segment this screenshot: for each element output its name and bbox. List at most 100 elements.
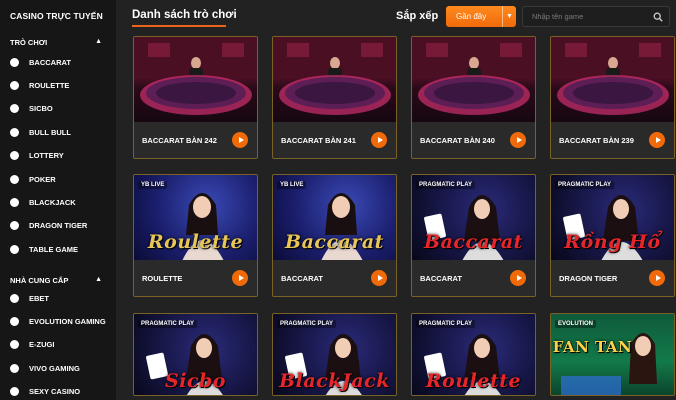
game-card-footer: BACCARAT BÀN 241 — [273, 122, 396, 158]
search-icon[interactable] — [653, 12, 663, 22]
game-thumbnail[interactable]: YB LIVE Roulette — [134, 175, 257, 261]
sidebar-item-baccarat[interactable]: BACCARAT — [10, 56, 71, 68]
game-title-art: FAN TAN — [552, 338, 633, 356]
play-icon[interactable] — [510, 270, 526, 286]
game-card[interactable]: YB LIVE Roulette ROULETTE — [133, 174, 258, 297]
radio-dot-icon[interactable] — [10, 340, 19, 350]
chevron-up-icon[interactable]: ▲ — [95, 38, 102, 45]
radio-dot-icon[interactable] — [10, 293, 19, 303]
sidebar-item-lottery[interactable]: LOTTERY — [10, 150, 64, 162]
radio-dot-icon[interactable] — [10, 221, 19, 231]
provider-logo: PRAGMATIC PLAY — [138, 320, 198, 328]
sidebar-item-label: EBET — [29, 293, 50, 303]
game-card-footer: DRAGON TIGER — [551, 260, 674, 296]
sort-value: Gần đây — [456, 12, 487, 21]
game-thumbnail[interactable] — [273, 37, 396, 123]
radio-dot-icon[interactable] — [10, 387, 19, 397]
play-icon[interactable] — [510, 132, 526, 148]
sort-label: Sắp xếp — [396, 10, 439, 22]
search-box[interactable] — [522, 6, 670, 27]
game-thumbnail[interactable]: PRAGMATIC PLAY Rồng Hổ — [551, 175, 674, 261]
section-games-label: TRÒ CHƠI — [10, 38, 48, 47]
provider-logo: EVOLUTION — [555, 320, 597, 328]
game-card[interactable]: BACCARAT BÀN 242 — [133, 36, 258, 159]
sidebar-title: CASINO TRỰC TUYẾN — [10, 11, 103, 21]
game-thumbnail[interactable]: PRAGMATIC PLAY Sicbo — [134, 314, 257, 395]
radio-dot-icon[interactable] — [10, 127, 19, 137]
game-title-art: Baccarat — [424, 231, 523, 253]
game-card[interactable]: PRAGMATIC PLAY Baccarat BACCARAT — [411, 174, 536, 297]
game-thumbnail[interactable]: PRAGMATIC PLAY Roulette — [412, 314, 535, 395]
game-name: BACCARAT BÀN 239 — [559, 135, 634, 145]
play-icon[interactable] — [371, 270, 387, 286]
main-content: Danh sách trò chơi Sắp xếp Gần đây ▼ BAC… — [116, 0, 676, 400]
provider-logo: YB LIVE — [138, 181, 168, 189]
radio-dot-icon[interactable] — [10, 363, 19, 373]
game-card[interactable]: BACCARAT BÀN 239 — [550, 36, 675, 159]
radio-dot-icon[interactable] — [10, 174, 19, 184]
game-card[interactable]: EVOLUTION FAN TAN — [550, 313, 675, 396]
radio-dot-icon[interactable] — [10, 316, 19, 326]
game-thumbnail[interactable]: PRAGMATIC PLAY Baccarat — [412, 175, 535, 261]
provider-logo: PRAGMATIC PLAY — [416, 181, 476, 189]
game-thumbnail[interactable]: EVOLUTION FAN TAN — [551, 314, 674, 395]
game-name: BACCARAT BÀN 242 — [142, 135, 217, 145]
sidebar-item-label: BULL BULL — [29, 127, 71, 137]
live-table-image — [551, 37, 674, 115]
game-card[interactable]: PRAGMATIC PLAY Sicbo — [133, 313, 258, 396]
active-tab-underline — [132, 25, 226, 27]
play-icon[interactable] — [371, 132, 387, 148]
game-card[interactable]: BACCARAT BÀN 240 — [411, 36, 536, 159]
radio-dot-icon[interactable] — [10, 197, 19, 207]
game-thumbnail[interactable] — [412, 37, 535, 123]
search-input[interactable] — [523, 7, 651, 26]
radio-dot-icon[interactable] — [10, 80, 19, 90]
live-table-image — [412, 37, 535, 115]
game-thumbnail[interactable]: PRAGMATIC PLAY BlackJack — [273, 314, 396, 395]
chevron-up-icon[interactable]: ▲ — [95, 276, 102, 283]
sidebar-item-sicbo[interactable]: SICBO — [10, 103, 53, 115]
sidebar-item-label: BACCARAT — [29, 57, 71, 67]
game-card[interactable]: PRAGMATIC PLAY BlackJack — [272, 313, 397, 396]
sidebar-provider-e-zugi[interactable]: E-ZUGI — [10, 339, 54, 351]
game-card[interactable]: PRAGMATIC PLAY Rồng Hổ DRAGON TIGER — [550, 174, 675, 297]
sidebar-item-dragon-tiger[interactable]: DRAGON TIGER — [10, 220, 87, 232]
sidebar-provider-vivo-gaming[interactable]: VIVO GAMING — [10, 362, 80, 374]
game-thumbnail[interactable]: YB LIVE Baccarat — [273, 175, 396, 261]
play-icon[interactable] — [232, 132, 248, 148]
section-games[interactable]: TRÒ CHƠI ▲ — [10, 38, 110, 47]
play-icon[interactable] — [232, 270, 248, 286]
sidebar-item-poker[interactable]: POKER — [10, 173, 56, 185]
sidebar-item-bull-bull[interactable]: BULL BULL — [10, 126, 71, 138]
caret-down-icon[interactable]: ▼ — [502, 6, 516, 27]
section-providers[interactable]: NHÀ CUNG CẤP ▲ — [10, 276, 110, 285]
radio-dot-icon[interactable] — [10, 151, 19, 161]
sidebar-provider-ebet[interactable]: EBET — [10, 292, 49, 304]
sidebar-item-table-game[interactable]: TABLE GAME — [10, 243, 78, 255]
game-title-art: BlackJack — [279, 370, 390, 392]
radio-dot-icon[interactable] — [10, 104, 19, 114]
game-name: ROULETTE — [142, 273, 183, 283]
game-card[interactable]: YB LIVE Baccarat BACCARAT — [272, 174, 397, 297]
sidebar-provider-sexy-casino[interactable]: SEXY CASINO — [10, 386, 80, 398]
section-providers-label: NHÀ CUNG CẤP — [10, 276, 69, 285]
radio-dot-icon[interactable] — [10, 244, 19, 254]
game-thumbnail[interactable] — [134, 37, 257, 123]
sort-dropdown[interactable]: Gần đây ▼ — [446, 6, 516, 27]
game-title-art: Roulette — [147, 231, 244, 253]
play-icon[interactable] — [649, 270, 665, 286]
sidebar-item-roulette[interactable]: ROULETTE — [10, 79, 69, 91]
play-icon[interactable] — [649, 132, 665, 148]
casino-page: CASINO TRỰC TUYẾN TRÒ CHƠI ▲ BACCARAT ROU… — [0, 0, 676, 400]
tab-game-list[interactable]: Danh sách trò chơi — [132, 9, 237, 21]
game-card[interactable]: PRAGMATIC PLAY Roulette — [411, 313, 536, 396]
game-name: BACCARAT BÀN 241 — [281, 135, 356, 145]
radio-dot-icon[interactable] — [10, 57, 19, 67]
sidebar-provider-evolution-gaming[interactable]: EVOLUTION GAMING — [10, 315, 106, 327]
game-thumbnail[interactable] — [551, 37, 674, 123]
sidebar-item-blackjack[interactable]: BLACKJACK — [10, 196, 76, 208]
sidebar-item-label: TABLE GAME — [29, 244, 79, 254]
sidebar-item-label: E-ZUGI — [29, 340, 55, 350]
provider-logo: YB LIVE — [277, 181, 307, 189]
game-card[interactable]: BACCARAT BÀN 241 — [272, 36, 397, 159]
